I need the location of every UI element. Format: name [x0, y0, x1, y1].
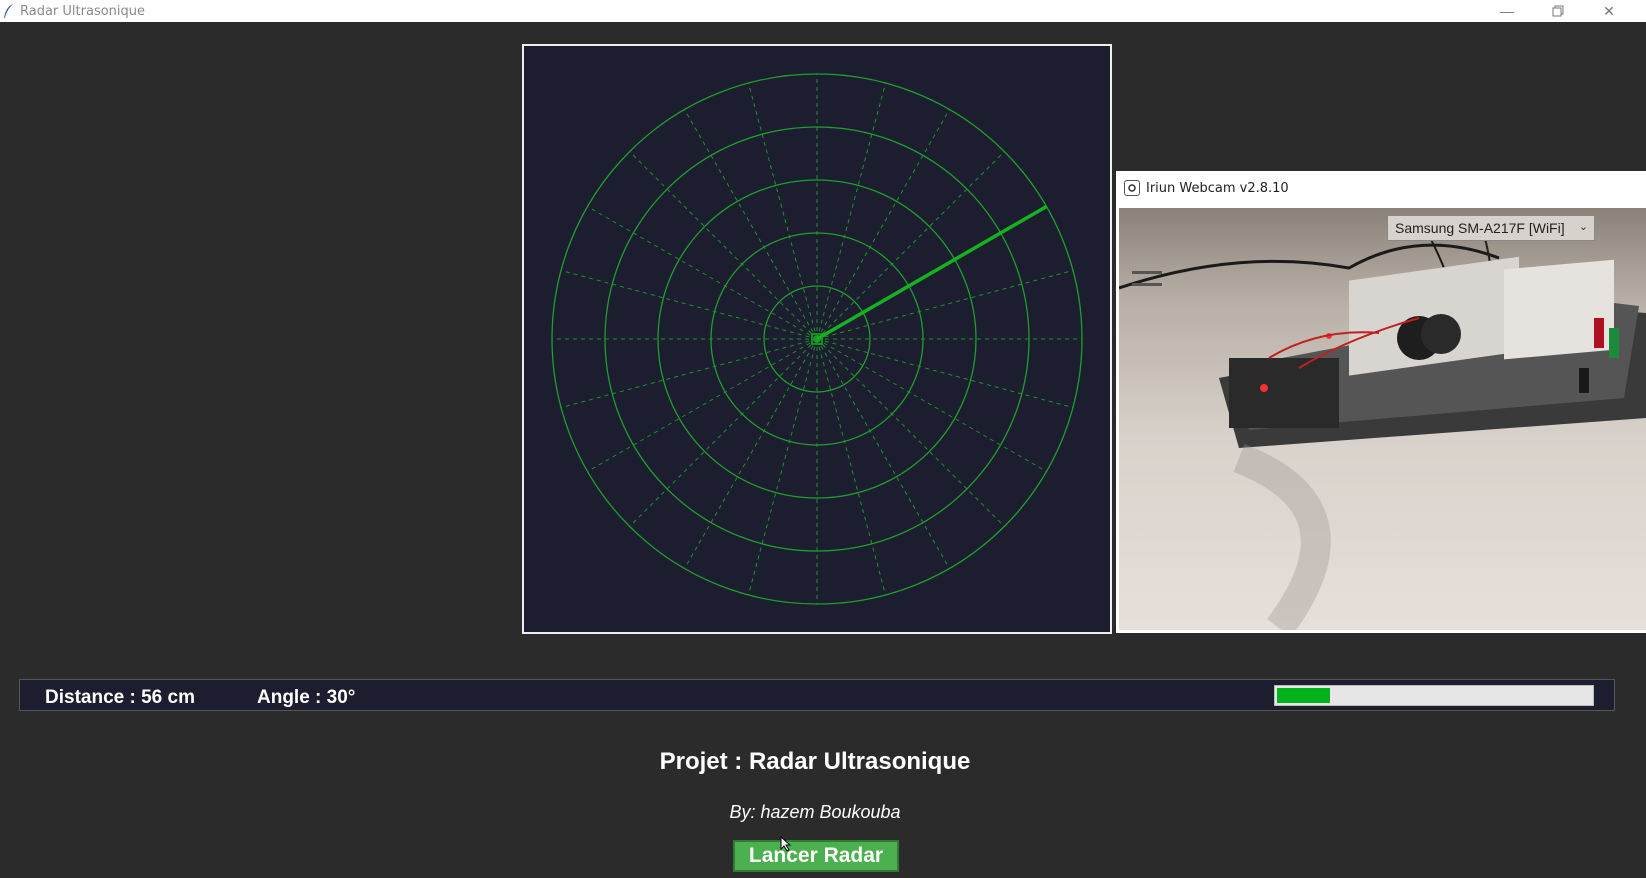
mouse-cursor-icon	[780, 836, 792, 852]
radar-spoke	[816, 338, 1074, 409]
webcam-control-handle[interactable]	[1132, 271, 1162, 274]
radar-canvas	[551, 73, 1083, 605]
feather-icon	[4, 4, 13, 18]
webcam-feed: Samsung SM-A217F [WiFi] ⌄	[1119, 208, 1646, 630]
radar-spoke	[816, 338, 887, 596]
webcam-titlebar: Iriun Webcam v2.8.10	[1116, 171, 1646, 205]
window-title: Radar Ultrasonique	[20, 3, 146, 19]
chevron-down-icon: ⌄	[1578, 221, 1588, 233]
radar-sweep-line	[816, 204, 1048, 341]
device-select-value: Samsung SM-A217F [WiFi]	[1395, 220, 1565, 236]
status-bar: Distance : 56 cm Angle : 30°	[19, 679, 1615, 711]
angle-readout: Angle : 30°	[257, 687, 356, 708]
author-credit: By: hazem Boukouba	[729, 802, 901, 822]
close-icon[interactable]: ✕	[1586, 0, 1632, 22]
radar-spoke	[747, 82, 818, 340]
webcam-image	[1119, 217, 1646, 630]
progress-fill	[1277, 688, 1330, 703]
webcam-icon	[1124, 180, 1140, 196]
radar-spoke	[816, 338, 950, 569]
launch-radar-button[interactable]: Lancer Radar	[733, 840, 899, 872]
radar-spoke	[816, 338, 1047, 472]
radar-spoke	[629, 151, 818, 340]
radar-spoke	[684, 109, 818, 340]
distance-readout: Distance : 56 cm	[45, 687, 195, 708]
progress-bar	[1274, 685, 1594, 706]
minimize-icon[interactable]: —	[1484, 0, 1530, 22]
project-title: Projet : Radar Ultrasonique	[659, 748, 971, 775]
radar-spoke	[816, 109, 950, 340]
window-titlebar: Radar Ultrasonique — ✕	[0, 0, 1646, 22]
radar-spoke	[587, 206, 818, 340]
webcam-title: Iriun Webcam v2.8.10	[1146, 180, 1289, 196]
device-select[interactable]: Samsung SM-A217F [WiFi] ⌄	[1387, 215, 1595, 241]
radar-spoke	[816, 269, 1074, 340]
radar-spoke	[816, 82, 887, 340]
radar-spoke	[747, 338, 818, 596]
radar-spoke	[629, 338, 818, 527]
radar-spoke	[587, 338, 818, 472]
radar-spoke	[560, 338, 818, 409]
restore-icon[interactable]	[1535, 0, 1581, 22]
radar-display	[522, 44, 1112, 634]
radar-spoke	[560, 269, 818, 340]
radar-spoke	[684, 338, 818, 569]
webcam-control-handle-2[interactable]	[1132, 283, 1162, 286]
radar-spoke	[816, 338, 1005, 527]
webcam-window: Iriun Webcam v2.8.10 Samsung SM-A217F [W…	[1116, 171, 1646, 633]
